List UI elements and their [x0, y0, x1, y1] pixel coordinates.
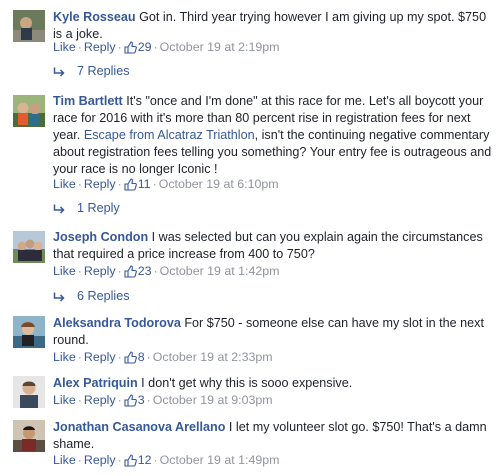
- comment-text: I don't get why this is sooo expensive.: [137, 376, 353, 390]
- thumbs-up-icon: [124, 178, 137, 194]
- separator: ·: [153, 264, 158, 278]
- comment-body: Jonathan Casanova Arellano I let my volu…: [53, 419, 494, 453]
- reply-button[interactable]: Reply: [84, 453, 116, 467]
- reply-arrow-icon: [53, 66, 65, 80]
- reply-button[interactable]: Reply: [84, 393, 116, 407]
- comment-author[interactable]: Joseph Condon: [53, 230, 148, 244]
- like-count[interactable]: 3: [124, 393, 145, 407]
- avatar[interactable]: [13, 10, 45, 42]
- like-count-value: 12: [137, 453, 152, 467]
- avatar[interactable]: [13, 231, 45, 263]
- separator: ·: [146, 350, 151, 364]
- like-count[interactable]: 8: [124, 350, 145, 364]
- reply-arrow-icon: [53, 203, 65, 217]
- separator: ·: [117, 350, 122, 364]
- avatar[interactable]: [13, 95, 45, 127]
- comment-body: Aleksandra Todorova For $750 - someone e…: [53, 315, 494, 349]
- separator: ·: [117, 393, 122, 407]
- like-count-value: 3: [137, 393, 145, 407]
- separator: ·: [153, 453, 158, 467]
- separator: ·: [117, 264, 122, 278]
- timestamp[interactable]: October 19 at 2:19pm: [160, 40, 280, 54]
- like-button[interactable]: Like: [53, 453, 76, 467]
- reply-button[interactable]: Reply: [84, 40, 116, 54]
- timestamp[interactable]: October 19 at 6:10pm: [159, 177, 279, 191]
- like-count[interactable]: 11: [124, 177, 151, 191]
- view-replies[interactable]: 7 Replies: [53, 64, 130, 80]
- separator: ·: [152, 177, 157, 191]
- timestamp[interactable]: October 19 at 1:49pm: [160, 453, 280, 467]
- comment-actions: Like · Reply · 29 · October 19 at 2:19pm: [53, 40, 280, 57]
- separator: ·: [77, 453, 82, 467]
- reply-arrow-icon: [53, 291, 65, 305]
- like-button[interactable]: Like: [53, 177, 76, 191]
- view-replies[interactable]: 1 Reply: [53, 201, 120, 217]
- replies-label: 7 Replies: [77, 64, 130, 78]
- separator: ·: [117, 177, 122, 191]
- comment-actions: Like · Reply · 3 · October 19 at 9:03pm: [53, 393, 273, 410]
- separator: ·: [153, 40, 158, 54]
- comment-body: Joseph Condon I was selected but can you…: [53, 229, 494, 263]
- thumbs-up-icon: [124, 351, 137, 367]
- like-count-value: 23: [137, 264, 152, 278]
- separator: ·: [77, 264, 82, 278]
- timestamp[interactable]: October 19 at 2:33pm: [153, 350, 273, 364]
- avatar[interactable]: [13, 316, 45, 348]
- comment-author[interactable]: Alex Patriquin: [53, 376, 138, 390]
- separator: ·: [117, 453, 122, 467]
- comment-author[interactable]: Aleksandra Todorova: [53, 316, 181, 330]
- like-count-value: 8: [137, 350, 145, 364]
- separator: ·: [117, 40, 122, 54]
- view-replies[interactable]: 6 Replies: [53, 289, 130, 305]
- page-mention-link[interactable]: Escape from Alcatraz Triathlon: [84, 128, 255, 142]
- thumbs-up-icon: [124, 394, 137, 410]
- reply-button[interactable]: Reply: [84, 264, 116, 278]
- comment-author[interactable]: Jonathan Casanova Arellano: [53, 420, 225, 434]
- comment-author[interactable]: Kyle Rosseau: [53, 10, 136, 24]
- timestamp[interactable]: October 19 at 9:03pm: [153, 393, 273, 407]
- comment-actions: Like · Reply · 11 · October 19 at 6:10pm: [53, 177, 279, 194]
- avatar[interactable]: [13, 420, 45, 452]
- separator: ·: [77, 177, 82, 191]
- avatar[interactable]: [13, 376, 45, 408]
- comment-author[interactable]: Tim Bartlett: [53, 94, 123, 108]
- comment-actions: Like · Reply · 12 · October 19 at 1:49pm: [53, 453, 280, 470]
- like-count-value: 29: [137, 40, 152, 54]
- like-count-value: 11: [137, 177, 151, 191]
- timestamp[interactable]: October 19 at 1:42pm: [160, 264, 280, 278]
- thumbs-up-icon: [124, 265, 137, 281]
- separator: ·: [77, 393, 82, 407]
- comment-body: Kyle Rosseau Got in. Third year trying h…: [53, 9, 494, 43]
- like-count[interactable]: 23: [124, 264, 152, 278]
- comment-body: Tim Bartlett It's "once and I'm done" at…: [53, 93, 494, 178]
- replies-label: 1 Reply: [77, 201, 120, 215]
- separator: ·: [77, 350, 82, 364]
- reply-button[interactable]: Reply: [84, 177, 116, 191]
- thumbs-up-icon: [124, 454, 137, 470]
- replies-label: 6 Replies: [77, 289, 130, 303]
- comment-actions: Like · Reply · 8 · October 19 at 2:33pm: [53, 350, 273, 367]
- comment-actions: Like · Reply · 23 · October 19 at 1:42pm: [53, 264, 280, 281]
- like-count[interactable]: 12: [124, 453, 152, 467]
- reply-button[interactable]: Reply: [84, 350, 116, 364]
- like-button[interactable]: Like: [53, 40, 76, 54]
- comment-body: Alex Patriquin I don't get why this is s…: [53, 375, 494, 392]
- like-button[interactable]: Like: [53, 264, 76, 278]
- like-button[interactable]: Like: [53, 350, 76, 364]
- thumbs-up-icon: [124, 41, 137, 57]
- like-count[interactable]: 29: [124, 40, 152, 54]
- separator: ·: [77, 40, 82, 54]
- like-button[interactable]: Like: [53, 393, 76, 407]
- separator: ·: [146, 393, 151, 407]
